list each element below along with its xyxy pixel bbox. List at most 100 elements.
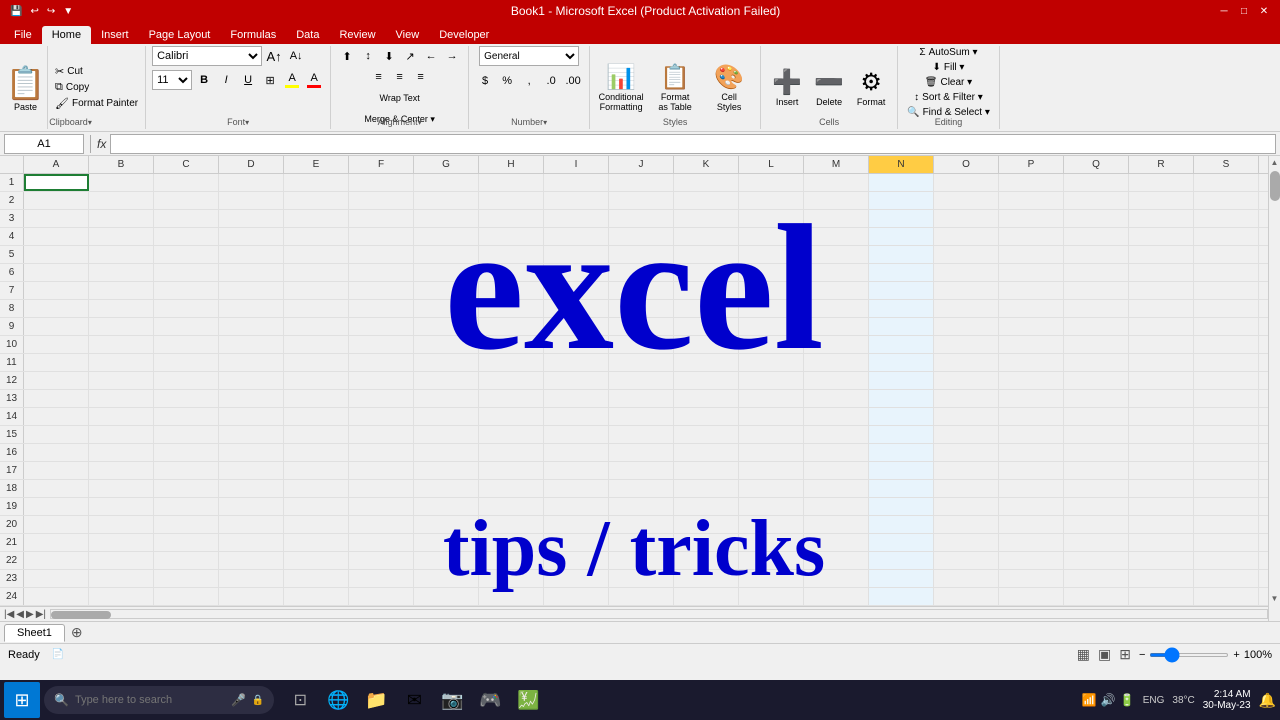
cell-C11[interactable] (154, 354, 219, 371)
cell-I22[interactable] (544, 552, 609, 569)
cell-Q21[interactable] (1064, 534, 1129, 551)
col-header-I[interactable]: I (544, 156, 609, 173)
cell-K18[interactable] (674, 480, 739, 497)
battery-icon[interactable]: 🔋 (1120, 693, 1135, 707)
cell-O3[interactable] (934, 210, 999, 227)
cell-O9[interactable] (934, 318, 999, 335)
cell-R1[interactable] (1129, 174, 1194, 191)
cell-F11[interactable] (349, 354, 414, 371)
cell-S3[interactable] (1194, 210, 1259, 227)
cell-L24[interactable] (739, 588, 804, 605)
cell-C18[interactable] (154, 480, 219, 497)
cell-O7[interactable] (934, 282, 999, 299)
cell-S19[interactable] (1194, 498, 1259, 515)
fill-color-button[interactable]: A (282, 70, 302, 90)
cell-M1[interactable] (804, 174, 869, 191)
cell-P14[interactable] (999, 408, 1064, 425)
cell-K16[interactable] (674, 444, 739, 461)
cell-S13[interactable] (1194, 390, 1259, 407)
cell-E18[interactable] (284, 480, 349, 497)
cell-P4[interactable] (999, 228, 1064, 245)
cell-M18[interactable] (804, 480, 869, 497)
cell-R11[interactable] (1129, 354, 1194, 371)
cell-M6[interactable] (804, 264, 869, 281)
cell-Q23[interactable] (1064, 570, 1129, 587)
cell-S5[interactable] (1194, 246, 1259, 263)
cell-F21[interactable] (349, 534, 414, 551)
cell-F9[interactable] (349, 318, 414, 335)
cell-I14[interactable] (544, 408, 609, 425)
cell-B9[interactable] (89, 318, 154, 335)
cell-S11[interactable] (1194, 354, 1259, 371)
cell-S7[interactable] (1194, 282, 1259, 299)
cell-H21[interactable] (479, 534, 544, 551)
cell-R16[interactable] (1129, 444, 1194, 461)
cell-D8[interactable] (219, 300, 284, 317)
cell-E5[interactable] (284, 246, 349, 263)
row-num-9[interactable]: 9 (0, 318, 24, 335)
cell-F14[interactable] (349, 408, 414, 425)
cell-N5[interactable] (869, 246, 934, 263)
cell-Q20[interactable] (1064, 516, 1129, 533)
italic-button[interactable]: I (216, 70, 236, 90)
cell-S20[interactable] (1194, 516, 1259, 533)
number-format-select[interactable]: General (479, 46, 579, 66)
cell-G21[interactable] (414, 534, 479, 551)
cell-A6[interactable] (24, 264, 89, 281)
save-quick-btn[interactable]: 💾 (8, 6, 24, 17)
cell-O4[interactable] (934, 228, 999, 245)
cell-O5[interactable] (934, 246, 999, 263)
cell-N9[interactable] (869, 318, 934, 335)
cell-P22[interactable] (999, 552, 1064, 569)
cell-Q19[interactable] (1064, 498, 1129, 515)
cell-I23[interactable] (544, 570, 609, 587)
row-num-16[interactable]: 16 (0, 444, 24, 461)
col-header-P[interactable]: P (999, 156, 1064, 173)
cell-J7[interactable] (609, 282, 674, 299)
col-header-E[interactable]: E (284, 156, 349, 173)
cell-F18[interactable] (349, 480, 414, 497)
cell-K24[interactable] (674, 588, 739, 605)
row-num-22[interactable]: 22 (0, 552, 24, 569)
cell-R15[interactable] (1129, 426, 1194, 443)
cell-I21[interactable] (544, 534, 609, 551)
tab-file[interactable]: File (4, 26, 42, 44)
cell-F8[interactable] (349, 300, 414, 317)
cell-M22[interactable] (804, 552, 869, 569)
game-btn[interactable]: 🎮 (472, 682, 508, 718)
cell-B21[interactable] (89, 534, 154, 551)
cell-K19[interactable] (674, 498, 739, 515)
align-middle-btn[interactable]: ↕ (358, 46, 378, 66)
cell-Q2[interactable] (1064, 192, 1129, 209)
wrap-text-btn[interactable]: Wrap Text (376, 88, 424, 108)
cell-E3[interactable] (284, 210, 349, 227)
cell-J19[interactable] (609, 498, 674, 515)
cell-S21[interactable] (1194, 534, 1259, 551)
cell-H7[interactable] (479, 282, 544, 299)
format-painter-button[interactable]: 🖌 Format Painter (52, 96, 141, 111)
cell-J21[interactable] (609, 534, 674, 551)
cell-F4[interactable] (349, 228, 414, 245)
cell-E14[interactable] (284, 408, 349, 425)
font-family-select[interactable]: Calibri (152, 46, 262, 66)
cell-N12[interactable] (869, 372, 934, 389)
cell-F17[interactable] (349, 462, 414, 479)
add-sheet-btn[interactable]: ⊕ (71, 624, 83, 641)
cell-I11[interactable] (544, 354, 609, 371)
cell-E1[interactable] (284, 174, 349, 191)
cell-D4[interactable] (219, 228, 284, 245)
cell-C6[interactable] (154, 264, 219, 281)
cell-G3[interactable] (414, 210, 479, 227)
cell-M16[interactable] (804, 444, 869, 461)
vertical-scrollbar[interactable]: ▲ ▼ (1268, 156, 1280, 621)
cell-A22[interactable] (24, 552, 89, 569)
cell-J3[interactable] (609, 210, 674, 227)
cell-A15[interactable] (24, 426, 89, 443)
cell-A16[interactable] (24, 444, 89, 461)
cell-A10[interactable] (24, 336, 89, 353)
cell-F19[interactable] (349, 498, 414, 515)
cell-D3[interactable] (219, 210, 284, 227)
cell-N4[interactable] (869, 228, 934, 245)
cell-D13[interactable] (219, 390, 284, 407)
cell-P21[interactable] (999, 534, 1064, 551)
